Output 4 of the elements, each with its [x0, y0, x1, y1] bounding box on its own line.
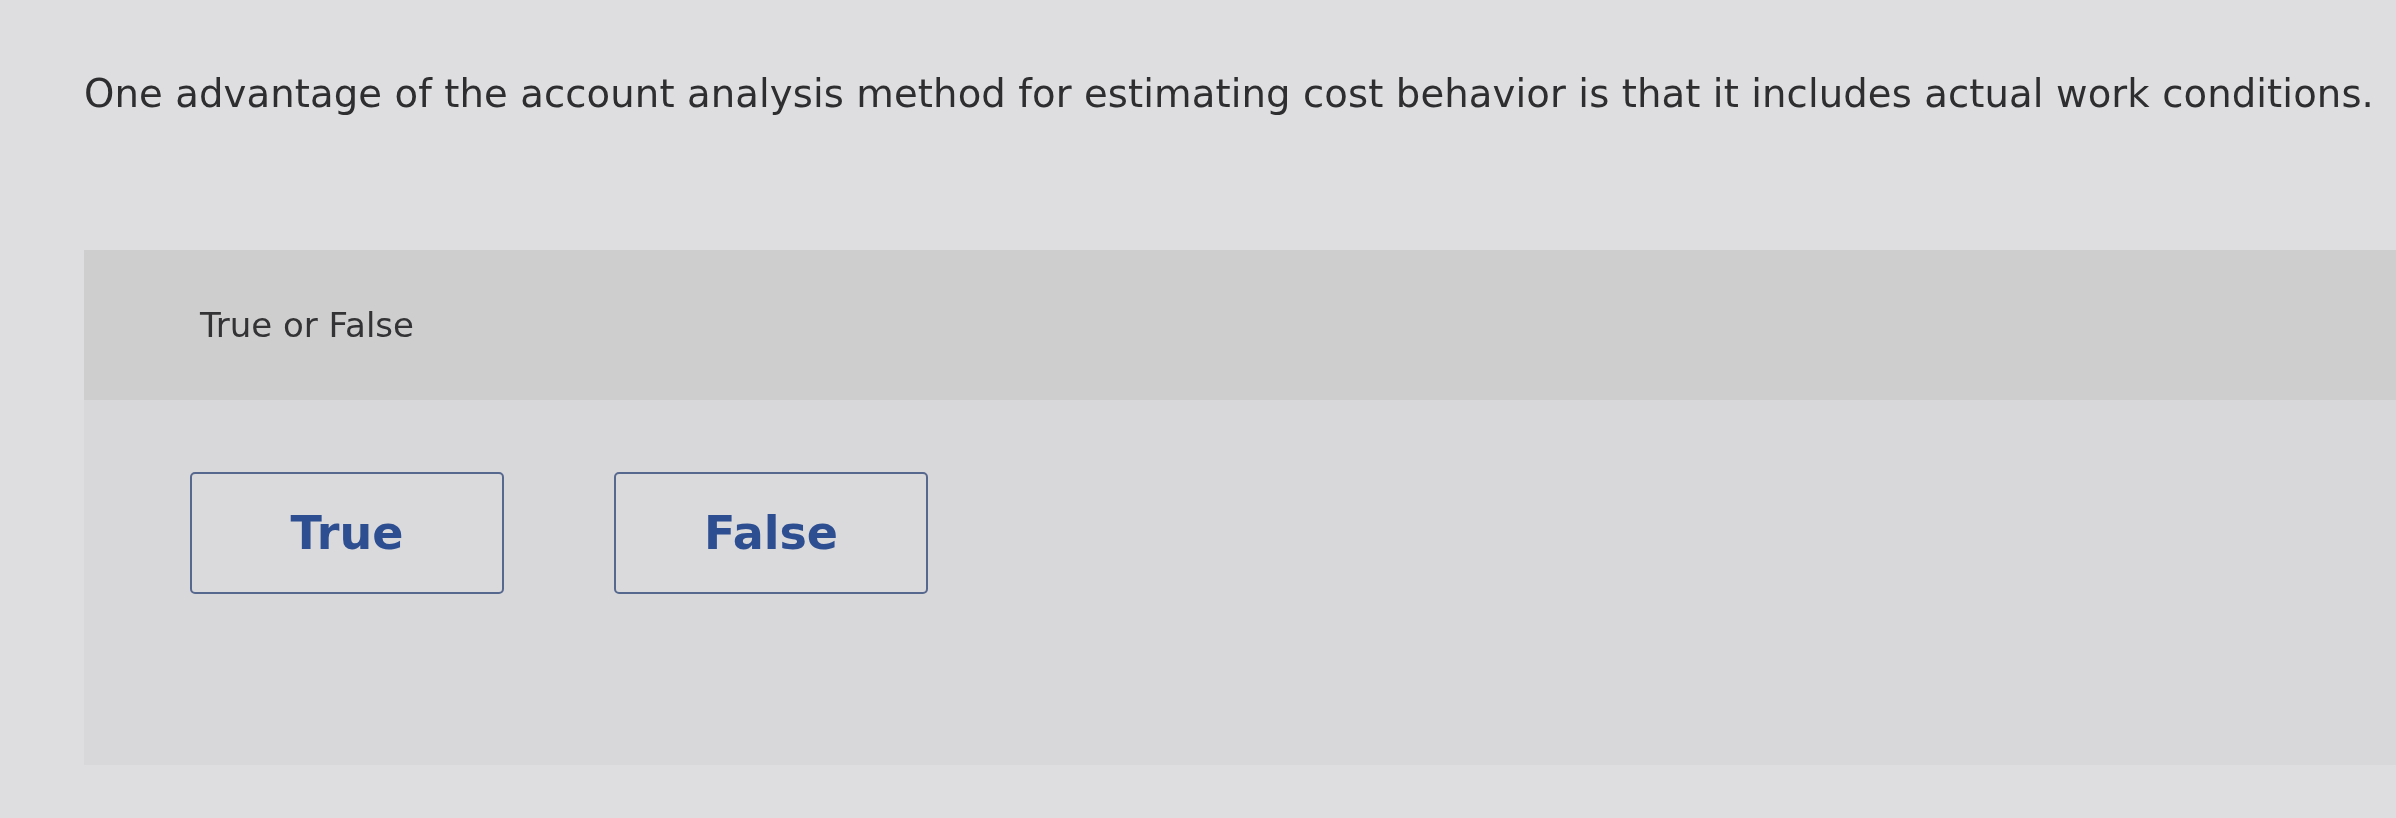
question-text: One advantage of the account analysis method for estimating cost behavior is that it includes actual work conditions. — [84, 72, 2375, 117]
answer-option[interactable]: True — [190, 472, 504, 595]
prompt-text: True or False — [200, 303, 414, 347]
answer-option[interactable]: False — [614, 472, 928, 595]
